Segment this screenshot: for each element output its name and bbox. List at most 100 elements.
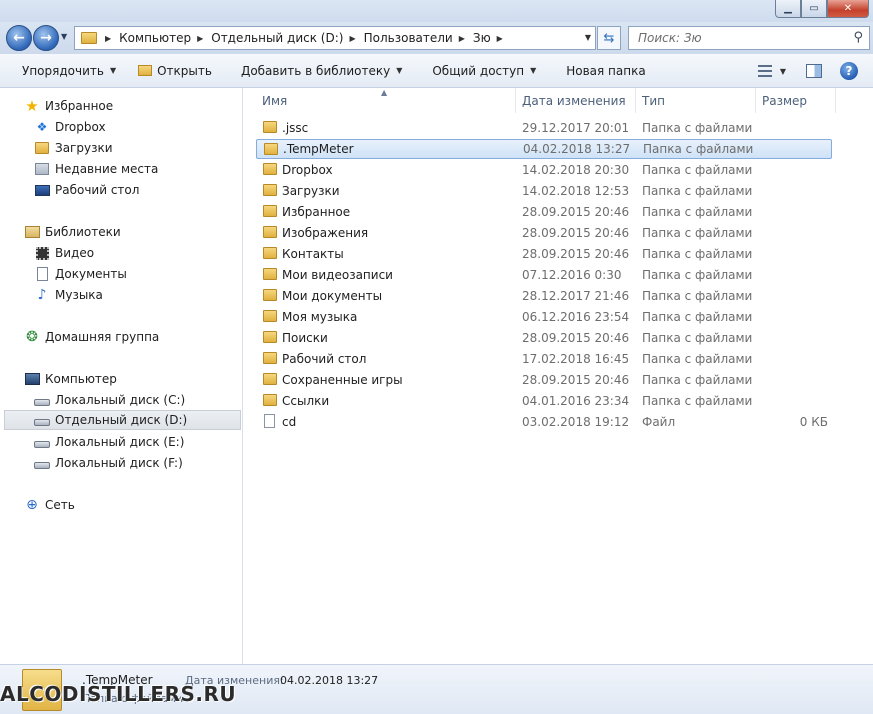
close-button[interactable]: ✕ — [827, 0, 869, 18]
drive-icon — [34, 399, 50, 406]
column-name[interactable]: Имя — [244, 88, 516, 113]
title-bar: ▁ ▭ ✕ — [0, 0, 873, 22]
file-row[interactable]: Dropbox 14.02.2018 20:30 Папка с файлами — [256, 160, 832, 180]
refresh-button[interactable]: ⇆ — [597, 26, 621, 50]
file-date: 29.12.2017 20:01 — [522, 121, 630, 135]
file-row[interactable]: .jssc 29.12.2017 20:01 Папка с файлами — [256, 118, 832, 138]
search-icon[interactable]: ⚲ — [853, 30, 863, 45]
address-dropdown-icon[interactable]: ▼ — [585, 33, 591, 42]
view-dropdown-icon[interactable]: ▼ — [780, 67, 786, 76]
breadcrumb-users[interactable]: Пользователи ▶ — [364, 31, 473, 45]
minimize-icon: ▁ — [784, 3, 792, 14]
folder-icon — [263, 268, 277, 280]
nav-video[interactable]: Видео — [34, 243, 94, 263]
breadcrumb-computer[interactable]: Компьютер ▶ — [119, 31, 211, 45]
file-type: Папка с файлами — [642, 331, 753, 345]
chevron-down-icon: ▼ — [530, 66, 537, 75]
file-type: Папка с файлами — [642, 268, 753, 282]
folder-icon — [81, 32, 97, 44]
file-type: Папка с файлами — [642, 184, 753, 198]
nav-downloads[interactable]: Загрузки — [34, 138, 113, 158]
open-button[interactable]: Открыть — [127, 57, 223, 85]
folder-icon — [263, 247, 277, 259]
address-bar[interactable]: ▶ Компьютер ▶ Отдельный диск (D:) ▶ Пользо… — [74, 26, 596, 50]
file-row[interactable]: .TempMeter 04.02.2018 13:27 Папка с файлам… — [256, 139, 832, 159]
file-row[interactable]: Контакты 28.09.2015 20:46 Папка с файлами — [256, 244, 832, 264]
organize-button[interactable]: Упорядочить ▼ — [0, 57, 127, 85]
column-type[interactable]: Тип — [636, 88, 756, 113]
new-folder-button[interactable]: Новая папка — [547, 57, 656, 85]
nav-recent[interactable]: Недавние места — [34, 159, 158, 179]
minimize-button[interactable]: ▁ — [775, 0, 801, 18]
nav-documents[interactable]: Документы — [34, 264, 127, 284]
file-row[interactable]: Ссылки 04.01.2016 23:34 Папка с файлами — [256, 391, 832, 411]
maximize-button[interactable]: ▭ — [801, 0, 827, 18]
search-input[interactable]: Поиск: Зю ⚲ — [628, 26, 870, 50]
music-icon: ♪ — [37, 287, 47, 303]
dropbox-icon: ❖ — [36, 120, 48, 134]
file-row[interactable]: Поиски 28.09.2015 20:46 Папка с файлами — [256, 328, 832, 348]
file-name: .jssc — [282, 121, 309, 135]
breadcrumb-zyu[interactable]: Зю ▶ — [473, 31, 511, 45]
file-list: Имя ▲ Дата изменения Тип Размер .jssc 29.… — [244, 88, 873, 664]
file-date: 06.12.2016 23:54 — [522, 310, 630, 324]
file-row[interactable]: Моя музыка 06.12.2016 23:54 Папка с файлам… — [256, 307, 832, 327]
file-row[interactable]: cd 03.02.2018 19:12 Файл 0 КБ — [256, 412, 832, 432]
navigation-pane: ★ Избранное ❖ Dropbox Загрузки Недавние ме… — [0, 88, 243, 664]
breadcrumb-root-arrow[interactable]: ▶ — [105, 34, 119, 43]
nav-homegroup[interactable]: ❂ Домашняя группа — [24, 327, 159, 347]
drive-icon — [34, 462, 50, 469]
file-date: 14.02.2018 12:53 — [522, 184, 630, 198]
add-to-library-button[interactable]: Добавить в библиотеку ▼ — [223, 57, 413, 85]
back-button[interactable]: ← — [6, 25, 32, 51]
file-type: Папка с файлами — [642, 310, 753, 324]
file-type: Папка с файлами — [642, 205, 753, 219]
nav-drive-e[interactable]: Локальный диск (E:) — [34, 432, 184, 452]
history-dropdown-icon[interactable]: ▼ — [61, 32, 67, 41]
forward-button[interactable]: → — [33, 25, 59, 51]
nav-drive-c[interactable]: Локальный диск (C:) — [34, 390, 185, 410]
sort-ascending-icon: ▲ — [381, 88, 388, 97]
nav-dropbox[interactable]: ❖ Dropbox — [34, 117, 106, 137]
file-size: 0 КБ — [799, 415, 828, 429]
folder-icon — [263, 121, 277, 133]
file-row[interactable]: Избранное 28.09.2015 20:46 Папка с файлами — [256, 202, 832, 222]
file-type: Папка с файлами — [642, 373, 753, 387]
nav-network[interactable]: ⊕ Сеть — [24, 495, 75, 515]
file-name: Загрузки — [282, 184, 340, 198]
nav-music[interactable]: ♪ Музыка — [34, 285, 103, 305]
nav-favorites[interactable]: ★ Избранное — [24, 96, 113, 116]
arrow-left-icon: ← — [13, 30, 25, 46]
nav-drive-d[interactable]: Отдельный диск (D:) — [4, 410, 241, 430]
file-date: 17.02.2018 16:45 — [522, 352, 630, 366]
nav-desktop[interactable]: Рабочий стол — [34, 180, 139, 200]
file-type: Файл — [642, 415, 676, 429]
nav-drive-f[interactable]: Локальный диск (F:) — [34, 453, 183, 473]
file-row[interactable]: Загрузки 14.02.2018 12:53 Папка с файлами — [256, 181, 832, 201]
file-row[interactable]: Мои документы 28.12.2017 21:46 Папка с фай… — [256, 286, 832, 306]
help-icon[interactable]: ? — [840, 62, 858, 80]
folder-icon — [263, 163, 277, 175]
preview-pane-icon[interactable] — [806, 64, 822, 78]
file-date: 07.12.2016 0:30 — [522, 268, 622, 282]
drive-icon — [34, 419, 50, 426]
file-name: cd — [282, 415, 297, 429]
view-options-icon[interactable] — [757, 65, 772, 77]
chevron-down-icon: ▼ — [109, 66, 117, 75]
nav-libraries[interactable]: Библиотеки — [24, 222, 121, 242]
file-row[interactable]: Мои видеозаписи 07.12.2016 0:30 Папка с фа… — [256, 265, 832, 285]
nav-computer[interactable]: Компьютер — [24, 369, 117, 389]
column-date[interactable]: Дата изменения — [516, 88, 636, 113]
breadcrumb-drive-d[interactable]: Отдельный диск (D:) ▶ — [211, 31, 363, 45]
folder-icon — [263, 205, 277, 217]
file-row[interactable]: Рабочий стол 17.02.2018 16:45 Папка с файл… — [256, 349, 832, 369]
share-button[interactable]: Общий доступ ▼ — [413, 57, 547, 85]
file-row[interactable]: Изображения 28.09.2015 20:46 Папка с файла… — [256, 223, 832, 243]
file-row[interactable]: Сохраненные игры 28.09.2015 20:46 Папка с … — [256, 370, 832, 390]
file-name: Избранное — [282, 205, 351, 219]
document-icon — [36, 267, 48, 281]
folder-icon — [263, 310, 277, 322]
file-name: Поиски — [282, 331, 328, 345]
file-type: Папка с файлами — [642, 352, 753, 366]
column-size[interactable]: Размер — [756, 88, 836, 113]
